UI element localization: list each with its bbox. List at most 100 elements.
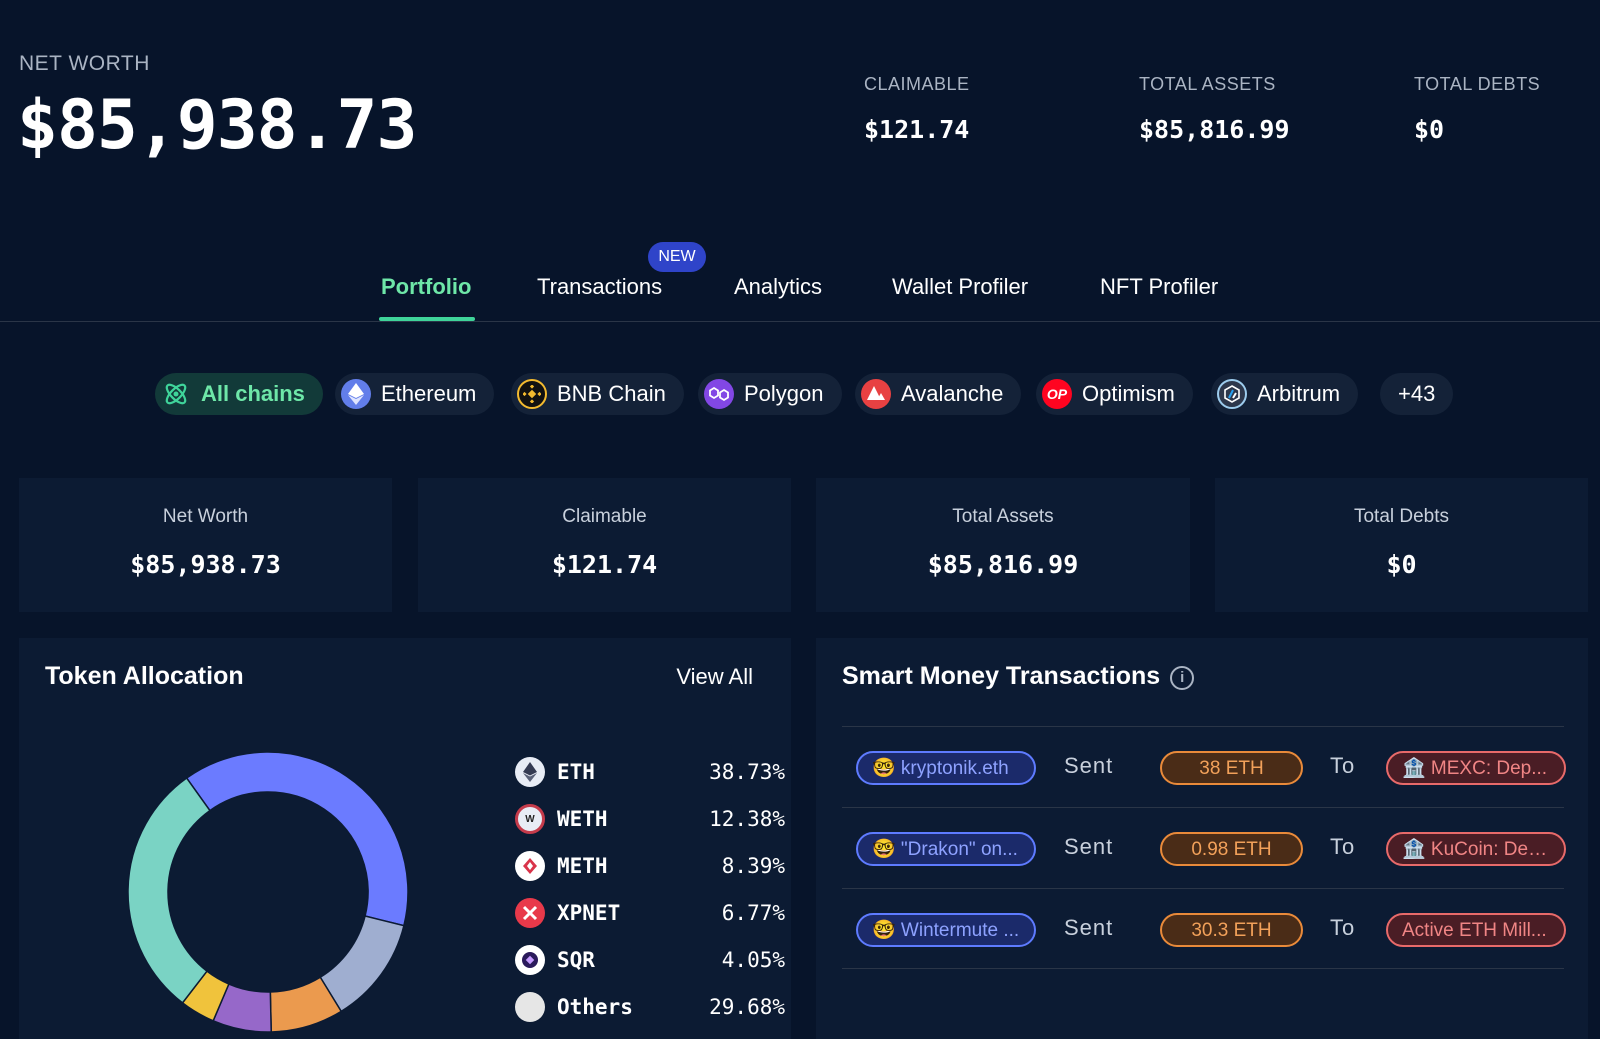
chain-label: Polygon	[744, 381, 824, 406]
transaction-row: 🤓 "Drakon" on... Sent 0.98 ETH To 🏦 KuCo…	[842, 807, 1566, 888]
chain-optimism[interactable]: OP Optimism	[1036, 373, 1193, 415]
info-icon[interactable]: i	[1170, 666, 1195, 690]
tab-transactions[interactable]: Transactions	[537, 274, 662, 300]
legend-symbol: WETH	[557, 807, 608, 831]
transaction-row: 🤓 kryptonik.eth Sent 38 ETH To 🏦 MEXC: D…	[842, 726, 1566, 807]
legend-symbol: SQR	[557, 948, 595, 972]
all-chains-icon	[161, 379, 191, 409]
chain-filter: All chains Ethereum BNB Chain Polygon Av…	[0, 373, 1600, 415]
arbitrum-icon	[1217, 379, 1247, 409]
chain-label: BNB Chain	[557, 381, 666, 406]
chain-label: Avalanche	[901, 381, 1004, 406]
token-allocation-title: Token Allocation	[45, 662, 244, 690]
legend-row-sqr: SQR 4.05%	[515, 944, 785, 976]
chain-polygon[interactable]: Polygon	[698, 373, 842, 415]
avalanche-icon	[861, 379, 891, 409]
legend-symbol: ETH	[557, 760, 595, 784]
legend-row-meth: METH 8.39%	[515, 850, 785, 882]
donut-slice-others[interactable]	[127, 777, 211, 1004]
polygon-icon	[704, 379, 734, 409]
chain-label: Ethereum	[381, 381, 477, 406]
chain-arbitrum[interactable]: Arbitrum	[1211, 373, 1359, 415]
claimable-stat: CLAIMABLE $121.74	[864, 74, 970, 144]
amount-pill: 38 ETH	[1160, 751, 1303, 785]
optimism-icon: OP	[1042, 379, 1072, 409]
tab-wallet-profiler[interactable]: Wallet Profiler	[892, 274, 1028, 300]
card-value: $0	[1386, 550, 1417, 579]
legend-percent: 6.77%	[721, 901, 785, 925]
sender-pill[interactable]: 🤓 Wintermute ...	[856, 913, 1036, 947]
smart-money-title: Smart Money Transactions i	[842, 662, 1195, 691]
active-tab-indicator	[379, 317, 475, 321]
others-token-icon	[515, 992, 545, 1022]
xpnet-token-icon	[515, 898, 545, 928]
tab-nft-profiler[interactable]: NFT Profiler	[1100, 274, 1218, 300]
sender-pill[interactable]: 🤓 kryptonik.eth	[856, 751, 1036, 785]
card-value: $85,938.73	[130, 550, 281, 579]
claimable-card: Claimable $121.74	[418, 478, 791, 612]
amount-pill: 0.98 ETH	[1160, 832, 1303, 866]
amount-pill: 30.3 ETH	[1160, 913, 1303, 947]
total-assets-label: TOTAL ASSETS	[1139, 74, 1276, 94]
ethereum-icon	[341, 379, 371, 409]
to-label: To	[1330, 834, 1356, 859]
chain-all-chains[interactable]: All chains	[155, 373, 323, 415]
to-label: To	[1330, 915, 1356, 940]
legend-row-others: Others 29.68%	[515, 991, 785, 1023]
total-debts-stat: TOTAL DEBTS $0	[1414, 74, 1540, 144]
legend-percent: 8.39%	[721, 854, 785, 878]
eth-token-icon	[515, 757, 545, 787]
legend-symbol: XPNET	[557, 901, 621, 925]
chain-more-button[interactable]: +43	[1380, 373, 1454, 415]
recipient-pill[interactable]: 🏦 MEXC: Dep...	[1386, 751, 1566, 785]
chain-bnb[interactable]: BNB Chain	[511, 373, 684, 415]
total-debts-card: Total Debts $0	[1215, 478, 1588, 612]
legend-symbol: METH	[557, 854, 608, 878]
legend-row-xpnet: XPNET 6.77%	[515, 897, 785, 929]
total-assets-stat: TOTAL ASSETS $85,816.99	[1139, 74, 1290, 144]
card-value: $85,816.99	[927, 550, 1079, 579]
sent-label: Sent	[1064, 753, 1114, 778]
sender-pill[interactable]: 🤓 "Drakon" on...	[856, 832, 1036, 866]
donut-slice-eth[interactable]	[185, 751, 409, 927]
total-assets-value: $85,816.99	[1139, 115, 1290, 144]
card-value: $121.74	[551, 550, 658, 579]
legend-row-weth: W WETH 12.38%	[515, 803, 785, 835]
sent-label: Sent	[1064, 834, 1114, 859]
net-worth-label: NET WORTH	[19, 52, 150, 75]
claimable-value: $121.74	[864, 115, 970, 144]
recipient-pill[interactable]: 🏦 KuCoin: Dep...	[1386, 832, 1566, 866]
tab-analytics[interactable]: Analytics	[734, 274, 822, 300]
net-worth-value: $85,938.73	[17, 86, 417, 165]
chain-ethereum[interactable]: Ethereum	[335, 373, 495, 415]
card-label: Claimable	[562, 506, 647, 527]
chain-label: Arbitrum	[1257, 381, 1341, 406]
smart-money-title-text: Smart Money Transactions	[842, 662, 1161, 690]
tab-bar: Portfolio Transactions Analytics Wallet …	[0, 260, 1600, 322]
card-label: Total Debts	[1353, 506, 1450, 527]
chain-label: All chains	[201, 381, 305, 406]
bnb-icon	[517, 379, 547, 409]
legend-percent: 12.38%	[709, 807, 785, 831]
legend-symbol: Others	[557, 995, 633, 1019]
transaction-row: 🤓 Wintermute ... Sent 30.3 ETH To Active…	[842, 888, 1566, 969]
transaction-list: 🤓 kryptonik.eth Sent 38 ETH To 🏦 MEXC: D…	[842, 726, 1566, 969]
legend-percent: 4.05%	[721, 948, 785, 972]
chain-avalanche[interactable]: Avalanche	[855, 373, 1022, 415]
weth-token-icon: W	[515, 804, 545, 834]
total-debts-label: TOTAL DEBTS	[1414, 74, 1541, 94]
net-worth-card: Net Worth $85,938.73	[19, 478, 392, 612]
view-all-link[interactable]: View All	[676, 664, 753, 690]
card-label: Total Assets	[952, 506, 1054, 527]
legend-row-eth: ETH 38.73%	[515, 756, 785, 788]
smart-money-panel: Smart Money Transactions i 🤓 kryptonik.et…	[816, 638, 1588, 1039]
legend-percent: 29.68%	[709, 995, 785, 1019]
recipient-pill[interactable]: Active ETH Mill...	[1386, 913, 1566, 947]
sqr-token-icon	[515, 945, 545, 975]
meth-token-icon	[515, 851, 545, 881]
card-label: Net Worth	[162, 506, 249, 527]
to-label: To	[1330, 753, 1356, 778]
chain-label: Optimism	[1082, 381, 1175, 406]
allocation-donut-chart	[127, 751, 409, 1033]
tab-portfolio[interactable]: Portfolio	[381, 274, 471, 300]
